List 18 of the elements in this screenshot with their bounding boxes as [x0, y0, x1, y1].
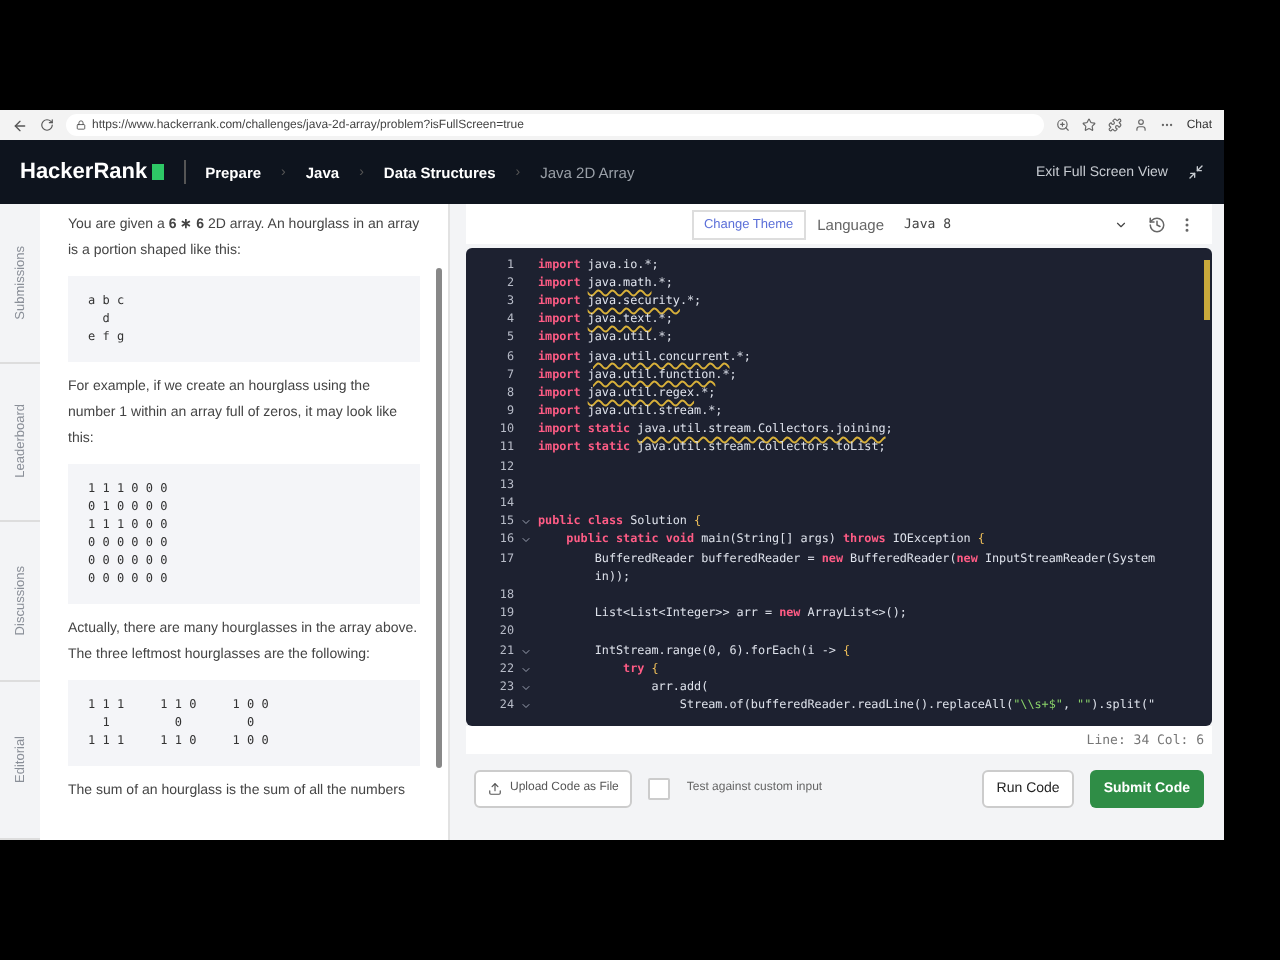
code-editor[interactable] — [466, 248, 1212, 726]
logo-mark-icon — [151, 164, 164, 180]
scroll-marker — [1204, 260, 1210, 320]
scrollbar-thumb[interactable] — [435, 268, 441, 768]
zoom-icon[interactable] — [1056, 118, 1071, 132]
lock-icon — [76, 120, 86, 130]
checkbox[interactable] — [648, 777, 671, 799]
logo: HackerRank — [20, 160, 164, 184]
more-icon[interactable] — [1160, 118, 1175, 132]
puzzle-icon[interactable] — [1108, 118, 1123, 132]
reload-icon[interactable] — [40, 118, 54, 132]
minimize-icon[interactable] — [1188, 164, 1204, 180]
caret-icon — [1114, 217, 1128, 231]
profile-icon[interactable] — [1134, 118, 1149, 132]
history-icon[interactable] — [1148, 215, 1166, 233]
star-icon[interactable] — [1082, 118, 1097, 132]
back-icon[interactable] — [12, 117, 28, 133]
upload-icon — [488, 781, 502, 795]
